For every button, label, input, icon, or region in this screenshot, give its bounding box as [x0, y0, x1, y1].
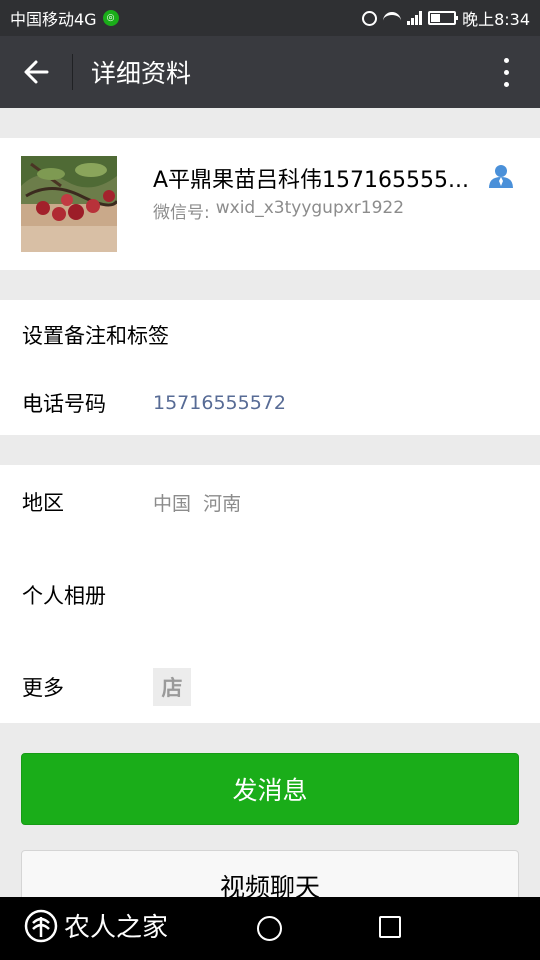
back-button[interactable] — [0, 36, 72, 108]
region-row: 地区 中国 河南 — [0, 465, 540, 539]
avatar[interactable] — [21, 156, 117, 252]
carrier-label: 中国移动4G — [10, 10, 97, 29]
info-section-remarks: 设置备注和标签 电话号码 15716555572 — [0, 300, 540, 435]
watermark-logo-icon — [24, 909, 58, 942]
wechat-id: 微信号: wxid_x3tyygupxr1922 — [153, 198, 404, 223]
remark-label: 设置备注和标签 — [22, 324, 169, 348]
title-bar: 详细资料 — [0, 36, 540, 108]
profile-card[interactable]: A平鼎果苗吕科伟157165555... 微信号: wxid_x3tyygupx… — [0, 138, 540, 270]
wechat-id-value: wxid_x3tyygupxr1922 — [215, 198, 405, 218]
carrier-badge-icon: ◎ — [102, 10, 119, 26]
wifi-icon — [383, 12, 402, 24]
alarm-icon — [362, 10, 378, 26]
album-row[interactable]: 个人相册 — [0, 555, 540, 635]
recents-square-icon[interactable] — [379, 916, 401, 938]
wechat-id-label: 微信号: — [153, 203, 210, 223]
profile-name: A平鼎果苗吕科伟157165555... — [153, 168, 470, 193]
remark-row[interactable]: 设置备注和标签 — [0, 300, 540, 370]
shop-icon[interactable]: 店 — [153, 668, 191, 706]
page-title: 详细资料 — [91, 59, 192, 88]
avatar-photo-icon — [21, 156, 117, 252]
phone-value[interactable]: 15716555572 — [153, 392, 286, 414]
system-nav-bar: 农人之家 — [0, 897, 540, 960]
status-time: 晚上8:34 — [462, 10, 530, 29]
region-province: 河南 — [203, 492, 242, 515]
more-vertical-icon — [503, 57, 509, 87]
phone-label: 电话号码 — [22, 391, 106, 416]
album-label: 个人相册 — [22, 584, 106, 608]
more-button[interactable] — [472, 36, 540, 108]
status-bar: 中国移动4G ◎ 晚上8:34 — [0, 0, 540, 36]
watermark: 农人之家 — [24, 907, 168, 944]
phone-row[interactable]: 电话号码 15716555572 — [0, 370, 540, 435]
battery-icon — [428, 11, 459, 25]
header-divider — [72, 54, 73, 90]
send-message-button[interactable]: 发消息 — [21, 753, 519, 825]
arrow-left-icon — [24, 60, 49, 84]
signal-icon — [407, 11, 423, 25]
info-section-details: 地区 中国 河南 个人相册 更多 店 — [0, 465, 540, 723]
more-row[interactable]: 更多 店 — [0, 651, 540, 723]
contact-person-icon — [489, 165, 513, 188]
region-label: 地区 — [22, 491, 64, 515]
watermark-text: 农人之家 — [64, 913, 169, 943]
region-country: 中国 — [153, 492, 192, 515]
more-label: 更多 — [22, 676, 64, 700]
region-value: 中国 河南 — [153, 489, 241, 516]
home-circle-icon[interactable] — [257, 916, 282, 941]
